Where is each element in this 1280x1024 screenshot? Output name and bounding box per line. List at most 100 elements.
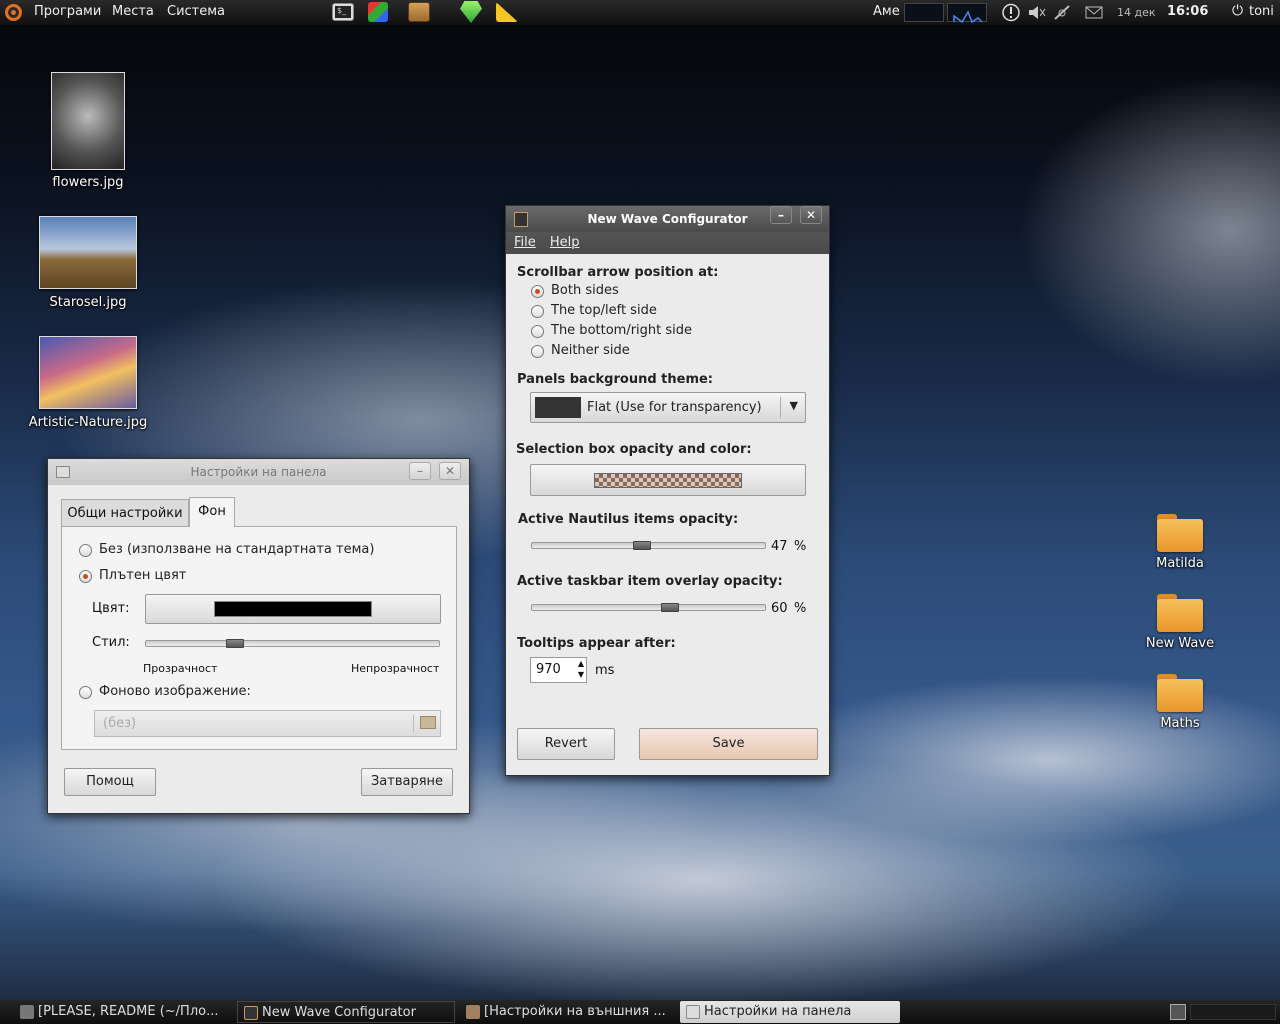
tooltips-spinbox[interactable]: 970 ▲ ▼ bbox=[530, 657, 587, 683]
window-title: Настройки на панела bbox=[190, 465, 327, 479]
panels-theme-combobox[interactable]: Flat (Use for transparency) ▼ bbox=[530, 392, 806, 423]
revert-button[interactable]: Revert bbox=[517, 728, 615, 760]
desktop-icon-label: Maths bbox=[1160, 716, 1200, 731]
titlebar[interactable]: Настройки на панела – ✕ bbox=[48, 459, 469, 485]
slider-knob[interactable] bbox=[226, 639, 244, 648]
radio-label: The top/left side bbox=[551, 303, 657, 318]
selection-color-swatch bbox=[594, 473, 742, 488]
tab-panel: Без (използване на стандартната тема) Пл… bbox=[61, 526, 457, 750]
desktop-icon-label: flowers.jpg bbox=[52, 175, 124, 190]
nautilus-opacity-slider[interactable] bbox=[531, 541, 766, 550]
task-panel-settings[interactable]: Настройки на панела bbox=[680, 1001, 900, 1023]
spin-up-icon[interactable]: ▲ bbox=[578, 659, 584, 669]
workspace-switcher-icon[interactable] bbox=[1170, 1004, 1186, 1020]
power-icon[interactable]: ⏻ bbox=[1232, 3, 1243, 19]
user-name[interactable]: toni bbox=[1249, 4, 1274, 19]
desktop-icon-new-wave[interactable]: New Wave bbox=[1110, 594, 1250, 651]
slider-knob[interactable] bbox=[661, 603, 679, 612]
network-monitor-graph[interactable] bbox=[947, 3, 987, 24]
radio-neither-side[interactable]: Neither side bbox=[531, 343, 630, 358]
taskbar-opacity-slider[interactable] bbox=[531, 603, 766, 612]
network-disconnected-icon[interactable] bbox=[1052, 3, 1072, 22]
desktop-icon-matilda[interactable]: Matilda bbox=[1110, 514, 1250, 571]
selection-heading: Selection box opacity and color: bbox=[516, 442, 752, 457]
task-label: New Wave Configurator bbox=[262, 1005, 416, 1020]
desktop-icon-maths[interactable]: Maths bbox=[1110, 674, 1250, 731]
opaque-label: Непрозрачност bbox=[351, 662, 440, 675]
slider-knob[interactable] bbox=[633, 541, 651, 550]
task-label: [Настройки на външния ... bbox=[484, 1004, 666, 1019]
ubuntu-logo-icon[interactable] bbox=[5, 4, 22, 21]
ruler-icon[interactable] bbox=[496, 2, 518, 22]
menu-places[interactable]: Места bbox=[112, 4, 154, 19]
desktop-icon-starosel[interactable]: Starosel.jpg bbox=[18, 216, 158, 310]
taskbar-opacity-value: 60 bbox=[771, 601, 788, 616]
desktop-icon-flowers[interactable]: flowers.jpg bbox=[18, 72, 158, 190]
alert-icon[interactable] bbox=[1000, 3, 1022, 22]
radio-both-sides[interactable]: Both sides bbox=[531, 283, 619, 298]
close-window-button[interactable]: ✕ bbox=[439, 462, 461, 480]
tooltips-heading: Tooltips appear after: bbox=[517, 636, 676, 651]
color-label: Цвят: bbox=[92, 601, 130, 616]
task-readme[interactable]: [PLEASE, README (~/Пло... bbox=[14, 1001, 230, 1023]
task-appearance-settings[interactable]: [Настройки на външния ... bbox=[460, 1001, 675, 1023]
workspace-switcher[interactable] bbox=[1190, 1004, 1276, 1020]
help-button[interactable]: Помощ bbox=[64, 768, 156, 796]
volume-icon[interactable] bbox=[1026, 3, 1046, 22]
radio-label: Фоново изображение: bbox=[99, 684, 251, 699]
clock-time[interactable]: 16:06 bbox=[1167, 4, 1208, 19]
package-icon[interactable] bbox=[408, 2, 430, 22]
tab-general[interactable]: Общи настройки bbox=[61, 499, 189, 526]
task-new-wave-configurator[interactable]: New Wave Configurator bbox=[237, 1001, 455, 1023]
terminal-icon[interactable]: $_ bbox=[332, 3, 354, 21]
nautilus-heading: Active Nautilus items opacity: bbox=[518, 512, 739, 527]
spin-down-icon[interactable]: ▼ bbox=[578, 670, 584, 680]
desktop-icon-artistic-nature[interactable]: Artistic-Nature.jpg bbox=[18, 336, 158, 430]
titlebar[interactable]: New Wave Configurator – ✕ bbox=[506, 206, 829, 232]
radio-label: Плътен цвят bbox=[99, 568, 187, 583]
close-window-button[interactable]: ✕ bbox=[800, 206, 822, 224]
radio-label: Both sides bbox=[551, 283, 619, 298]
menu-system[interactable]: Система bbox=[167, 4, 225, 19]
desktop-icon-label: Artistic-Nature.jpg bbox=[28, 415, 148, 430]
percent-sign: % bbox=[794, 539, 807, 554]
image-file-chooser[interactable]: (без) bbox=[94, 710, 441, 737]
folder-open-icon bbox=[420, 716, 436, 729]
folder-icon bbox=[1157, 674, 1203, 712]
cube-icon[interactable] bbox=[368, 2, 388, 22]
clock-date[interactable]: 14 дек bbox=[1117, 6, 1156, 19]
radio-background-image[interactable]: Фоново изображение: bbox=[79, 684, 251, 699]
menu-help[interactable]: Help bbox=[550, 232, 580, 254]
panels-heading: Panels background theme: bbox=[517, 372, 714, 387]
tooltips-unit: ms bbox=[595, 663, 615, 678]
close-button[interactable]: Затваряне bbox=[361, 768, 453, 796]
minimize-button[interactable]: – bbox=[409, 462, 431, 480]
text-editor-icon bbox=[20, 1005, 34, 1019]
save-button[interactable]: Save bbox=[639, 728, 818, 760]
tab-background[interactable]: Фон bbox=[189, 497, 235, 527]
keyboard-layout[interactable]: Аме bbox=[873, 4, 900, 19]
style-label: Стил: bbox=[92, 635, 130, 650]
chevron-down-icon: ▼ bbox=[789, 399, 798, 412]
style-slider[interactable] bbox=[145, 639, 440, 648]
mail-icon[interactable] bbox=[1084, 3, 1104, 22]
selection-color-button[interactable] bbox=[530, 464, 806, 496]
minimize-button[interactable]: – bbox=[770, 206, 792, 224]
bottom-panel: [PLEASE, README (~/Пло... New Wave Confi… bbox=[0, 1000, 1280, 1024]
menu-file[interactable]: File bbox=[514, 232, 536, 254]
cpu-monitor-graph[interactable] bbox=[904, 3, 944, 22]
radio-label: Без (използване на стандартната тема) bbox=[99, 542, 375, 557]
window-title: New Wave Configurator bbox=[587, 212, 748, 226]
percent-sign: % bbox=[794, 601, 807, 616]
menu-applications[interactable]: Програми bbox=[34, 4, 101, 19]
radio-solid-color[interactable]: Плътен цвят bbox=[79, 568, 186, 583]
gem-icon[interactable] bbox=[460, 1, 482, 23]
appearance-icon bbox=[466, 1005, 480, 1019]
radio-no-background[interactable]: Без (използване на стандартната тема) bbox=[79, 542, 374, 557]
scrollbar-heading: Scrollbar arrow position at: bbox=[517, 265, 719, 280]
color-picker-button[interactable] bbox=[145, 594, 441, 624]
radio-top-left-side[interactable]: The top/left side bbox=[531, 303, 657, 318]
radio-bottom-right-side[interactable]: The bottom/right side bbox=[531, 323, 692, 338]
color-swatch bbox=[214, 601, 372, 617]
desktop-icon-label: Matilda bbox=[1156, 556, 1204, 571]
